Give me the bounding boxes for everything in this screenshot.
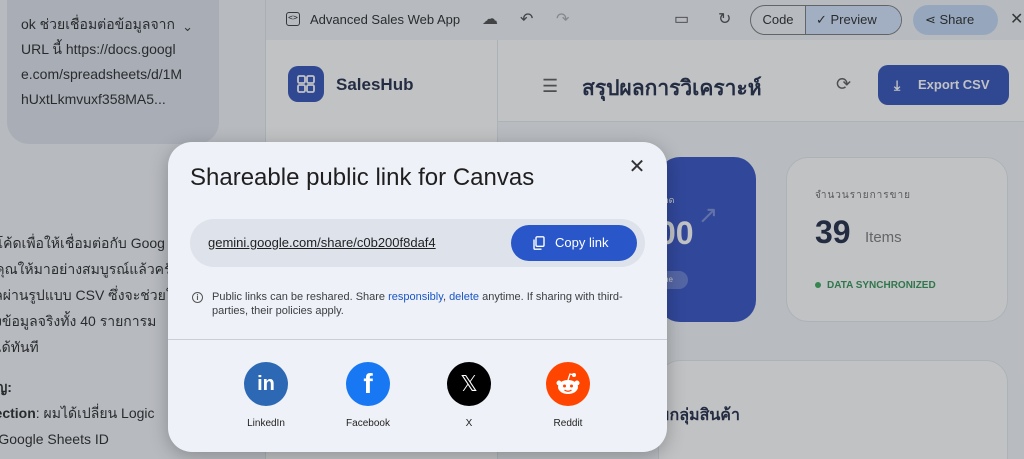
copy-link-label: Copy link	[555, 235, 609, 250]
social-label: X	[465, 418, 473, 429]
close-icon[interactable]: ✕	[626, 156, 648, 178]
social-label: Reddit	[553, 418, 583, 429]
share-facebook-button[interactable]: f Facebook	[328, 362, 408, 429]
share-link-url[interactable]: gemini.google.com/share/c0b200f8daf4	[208, 235, 436, 250]
linkedin-icon: in	[244, 362, 288, 406]
reddit-icon	[546, 362, 590, 406]
facebook-icon: f	[346, 362, 390, 406]
delete-link[interactable]: delete	[449, 291, 479, 303]
info-icon: i	[192, 292, 203, 303]
dialog-title: Shareable public link for Canvas	[190, 164, 535, 191]
share-link-field: gemini.google.com/share/c0b200f8daf4 Cop…	[190, 219, 645, 267]
social-label: Facebook	[346, 418, 390, 429]
copy-icon	[533, 236, 545, 250]
responsibly-link[interactable]: responsibly	[388, 291, 443, 303]
copy-link-button[interactable]: Copy link	[511, 225, 637, 261]
x-icon: 𝕏	[447, 362, 491, 406]
share-disclaimer: Public links can be reshared. Share resp…	[212, 290, 632, 318]
social-label: LinkedIn	[247, 418, 285, 429]
note-prefix: Public links can be reshared. Share	[212, 291, 389, 303]
share-linkedin-button[interactable]: in LinkedIn	[226, 362, 306, 429]
divider	[168, 339, 667, 340]
share-dialog: Shareable public link for Canvas ✕ gemin…	[168, 142, 667, 452]
share-x-button[interactable]: 𝕏 X	[429, 362, 509, 429]
share-reddit-button[interactable]: Reddit	[528, 362, 608, 429]
